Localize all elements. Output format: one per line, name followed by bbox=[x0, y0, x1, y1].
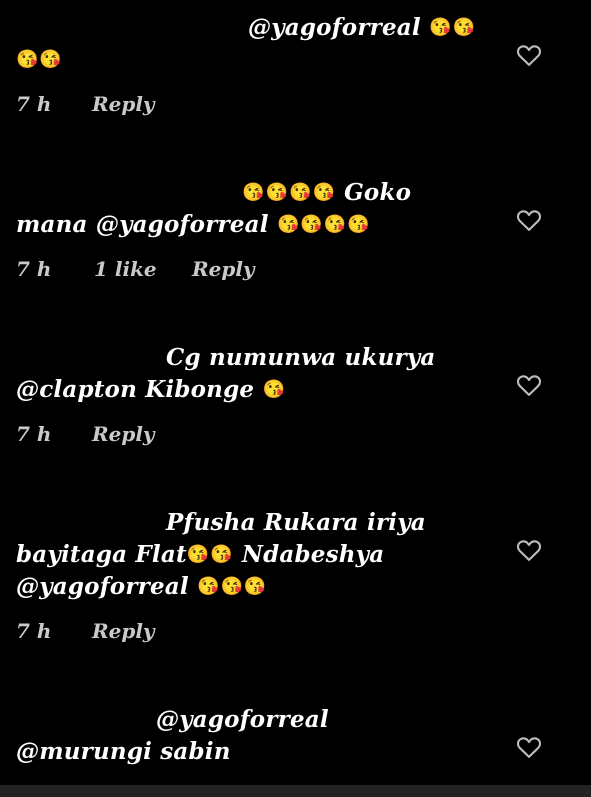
like-button[interactable] bbox=[512, 533, 546, 567]
kiss-emoji-icon: 😘😘😘 bbox=[197, 576, 268, 597]
like-button[interactable] bbox=[512, 38, 546, 72]
comment-line: Pfusha Rukara iriya bbox=[16, 507, 511, 539]
mention-text[interactable]: @yagoforreal bbox=[156, 706, 329, 733]
kiss-emoji-icon: 😘😘😘😘 bbox=[242, 182, 336, 203]
heart-outline-icon bbox=[516, 540, 542, 561]
bottom-bar bbox=[0, 785, 591, 797]
comment-line: bayitaga Flat😘😘 Ndabeshya bbox=[16, 539, 511, 571]
like-count[interactable]: 1 like bbox=[94, 257, 157, 281]
kiss-emoji-icon: 😘😘 bbox=[429, 17, 476, 38]
mention-text[interactable]: @murungi sabin bbox=[16, 738, 231, 765]
comment-text: Pfusha Rukara iriya bayitaga Flat😘😘 Ndab… bbox=[16, 507, 511, 603]
mention-text[interactable]: mana @yagoforreal bbox=[16, 211, 269, 238]
reply-button[interactable]: Reply bbox=[192, 257, 255, 281]
comment-line: mana @yagoforreal 😘😘😘😘 bbox=[16, 209, 511, 241]
mention-text[interactable]: @clapton Kibonge bbox=[16, 376, 254, 403]
comment-word: Ndabeshya bbox=[241, 541, 385, 568]
comment-line: 😘😘😘😘 Goko bbox=[16, 177, 511, 209]
comment-time: 7 h bbox=[16, 257, 52, 281]
comment-time: 7 h bbox=[16, 92, 52, 116]
comment-time: 7 h bbox=[16, 619, 52, 643]
reply-button[interactable]: Reply bbox=[92, 422, 155, 446]
comment-time: 7 h bbox=[16, 422, 52, 446]
kiss-emoji-icon: 😘 bbox=[262, 379, 286, 400]
like-button[interactable] bbox=[512, 368, 546, 402]
kiss-emoji-icon: 😘😘😘😘 bbox=[276, 214, 371, 235]
comment-line: @clapton Kibonge 😘 bbox=[16, 374, 511, 406]
comment-text: Cg numunwa ukurya @clapton Kibonge 😘 bbox=[16, 342, 511, 406]
comment-line: 😘😘 bbox=[16, 44, 511, 76]
heart-outline-icon bbox=[516, 45, 542, 66]
redacted-username bbox=[16, 710, 156, 732]
redacted-username bbox=[16, 513, 166, 535]
comment-line: @yagoforreal 😘😘😘 bbox=[16, 571, 511, 603]
mention-text[interactable]: @yagoforreal bbox=[16, 573, 189, 600]
like-button[interactable] bbox=[512, 203, 546, 237]
comment-word: Cg numunwa ukurya bbox=[166, 344, 436, 371]
redacted-username bbox=[16, 348, 166, 370]
comment-word: Pfusha Rukara iriya bbox=[166, 509, 426, 536]
comment-text: 😘😘😘😘 Goko mana @yagoforreal 😘😘😘😘 bbox=[16, 177, 511, 241]
kiss-emoji-icon: 😘😘 bbox=[16, 49, 63, 70]
comment-word: Goko bbox=[344, 179, 412, 206]
comment-line: Cg numunwa ukurya bbox=[16, 342, 511, 374]
mention-text[interactable]: @yagoforreal bbox=[248, 14, 421, 41]
comment-text: @yagoforreal @murungi sabin bbox=[16, 704, 511, 768]
kiss-emoji-icon: 😘😘 bbox=[186, 544, 234, 565]
heart-outline-icon bbox=[516, 737, 542, 758]
heart-outline-icon bbox=[516, 210, 542, 231]
comment-line: @yagoforreal bbox=[16, 704, 511, 736]
comment-text: @yagoforreal 😘😘 😘😘 bbox=[16, 12, 511, 76]
comment-word: bayitaga Flat bbox=[16, 541, 187, 568]
redacted-username bbox=[16, 18, 248, 40]
redacted-username bbox=[16, 183, 234, 205]
comment-line: @murungi sabin bbox=[16, 736, 511, 768]
comment-line: @yagoforreal 😘😘 bbox=[16, 12, 511, 44]
heart-outline-icon bbox=[516, 375, 542, 396]
reply-button[interactable]: Reply bbox=[92, 619, 155, 643]
like-button[interactable] bbox=[512, 730, 546, 764]
reply-button[interactable]: Reply bbox=[92, 92, 155, 116]
